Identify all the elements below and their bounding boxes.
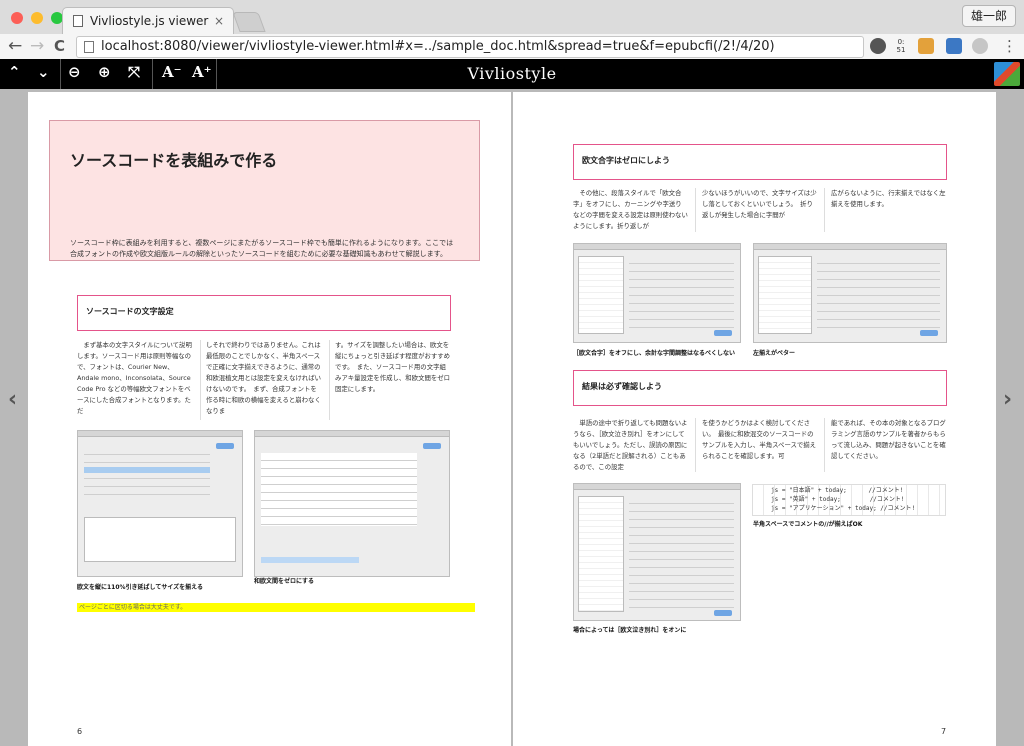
chapter-title-box: ソースコードを表組みで作る ソースコード枠に表組みを利用すると、複数ページにまた… xyxy=(49,120,480,261)
chapter-title: ソースコードを表組みで作る xyxy=(70,151,278,170)
page-icon xyxy=(84,41,94,53)
figure-caption: 左揃えがベター xyxy=(753,350,796,357)
body-column-2: しそれで終わりではありません。これは最低限のことでしかなく、半角スペースで正確に… xyxy=(206,341,322,415)
browser-menu-icon[interactable]: ⋮ xyxy=(1002,37,1017,55)
figure-caption: 場合によっては［欧文泣き別れ］をオンに xyxy=(573,627,687,634)
column-rule xyxy=(824,418,825,472)
left-page: ソースコードを表組みで作る ソースコード枠に表組みを利用すると、複数ページにまた… xyxy=(28,92,511,746)
body-column-3: す。サイズを調整したい場合は、欧文を縦にちょっと引き延ばす程度がおすすめです。 … xyxy=(335,341,451,393)
window-controls xyxy=(11,12,63,24)
section-heading: 結果は必ず確認しよう xyxy=(573,370,947,406)
screenshot-hyphenation xyxy=(573,483,741,621)
tab-close-icon[interactable]: × xyxy=(214,14,224,28)
close-window-button[interactable] xyxy=(11,12,23,24)
code-sample: js = "日本語" + today; //コメント! js = "英語" + … xyxy=(752,484,946,516)
screenshot-composite-font xyxy=(77,430,243,577)
address-bar[interactable]: localhost:8080/viewer/vivliostyle-viewer… xyxy=(76,36,864,58)
document-icon xyxy=(73,15,83,27)
viewer-area: ‹ › ソースコードを表組みで作る ソースコード枠に表組みを利用すると、複数ペー… xyxy=(0,89,1024,746)
reload-icon[interactable]: C xyxy=(54,37,65,55)
extension-cloud-icon[interactable] xyxy=(972,38,988,54)
url-text: localhost:8080/viewer/vivliostyle-viewer… xyxy=(101,39,775,54)
figure-caption: 欧文を縦に110%引き延ばしてサイズを揃える xyxy=(77,584,203,591)
section-heading: 欧文合字はゼロにしよう xyxy=(573,144,947,180)
column-rule xyxy=(695,418,696,472)
vivliostyle-toolbar: ⌃ ⌄ ⊖ ⊕ ⤧ A⁻ A⁺ Vivliostyle xyxy=(0,59,1024,89)
chapter-intro: ソースコード枠に表組みを利用すると、複数ページにまたがるソースコード枠でも簡単に… xyxy=(70,239,454,258)
tab-title: Vivliostyle.js viewer xyxy=(90,14,209,28)
section-heading: ソースコードの文字設定 xyxy=(77,295,451,331)
extension-counter[interactable]: 0: 51 xyxy=(893,38,909,54)
vivliostyle-brand: Vivliostyle xyxy=(467,64,557,83)
body-column-2: 少ないほうがいいので、文字サイズは少し落としておくといいでしょう。 折り返しが発… xyxy=(702,189,817,219)
body-column-3: 広がらないように、行末揃えではなく左揃えを使用します。 xyxy=(831,189,946,208)
pocket-icon[interactable] xyxy=(870,38,886,54)
highlighted-note: ページごとに区切る場合は大丈夫です。 xyxy=(77,603,475,612)
screenshot-alignment xyxy=(753,243,947,343)
minimize-window-button[interactable] xyxy=(31,12,43,24)
screenshot-paragraph-style xyxy=(573,243,741,343)
figure-caption: 和欧文間をゼロにする xyxy=(254,578,315,585)
extension-star-icon[interactable] xyxy=(946,38,962,54)
column-rule xyxy=(695,188,696,232)
body-column-3: 能であれば、その本の対象となるプログラミング言語のサンプルを著者からもらって流し… xyxy=(831,419,946,460)
body-column-1: その他に、段落スタイルで「欧文合字」をオフにし、カーニングや字送りなどの字間を変… xyxy=(573,189,688,230)
body-column-1: まず基本の文字スタイルについて説明します。ソースコード用は原則等幅なので、フォン… xyxy=(77,341,192,415)
tab-strip: Vivliostyle.js viewer × 雄一郎 xyxy=(0,0,1024,34)
spread-prev-icon[interactable]: ‹ xyxy=(8,387,17,412)
browser-chrome: Vivliostyle.js viewer × 雄一郎 ← → C localh… xyxy=(0,0,1024,59)
spread-next-icon[interactable]: › xyxy=(1003,387,1012,412)
browser-toolbar: ← → C localhost:8080/viewer/vivliostyle-… xyxy=(0,34,1024,59)
right-page: 欧文合字はゼロにしよう その他に、段落スタイルで「欧文合字」をオフにし、カーニン… xyxy=(513,92,996,746)
column-rule xyxy=(824,188,825,232)
page-number: 6 xyxy=(77,727,83,736)
column-rule xyxy=(329,340,330,420)
extension-face-icon[interactable] xyxy=(918,38,934,54)
browser-tab[interactable]: Vivliostyle.js viewer × xyxy=(62,7,234,34)
body-column-2: を使うかどうかはよく検討してください。 最後に和欧混交のソースコードのサンプルを… xyxy=(702,419,817,460)
screenshot-mojikumi xyxy=(254,430,450,577)
column-rule xyxy=(200,340,201,420)
figure-caption: ［欧文合字］をオフにし、余計な字間調整はなるべくしない xyxy=(573,350,736,357)
page-number: 7 xyxy=(941,727,947,736)
new-tab-button[interactable] xyxy=(232,12,266,32)
body-column-1: 単語の途中で折り返しても問題ないようなら、［欧文泣き別れ］をオンにしてもいいでし… xyxy=(573,419,688,471)
back-icon[interactable]: ← xyxy=(8,36,22,56)
vivliostyle-logo[interactable] xyxy=(994,62,1020,86)
profile-button[interactable]: 雄一郎 xyxy=(961,5,1016,27)
forward-icon[interactable]: → xyxy=(30,36,44,56)
figure-caption: 半角スペースでコメントの//が揃えばOK xyxy=(753,521,863,528)
